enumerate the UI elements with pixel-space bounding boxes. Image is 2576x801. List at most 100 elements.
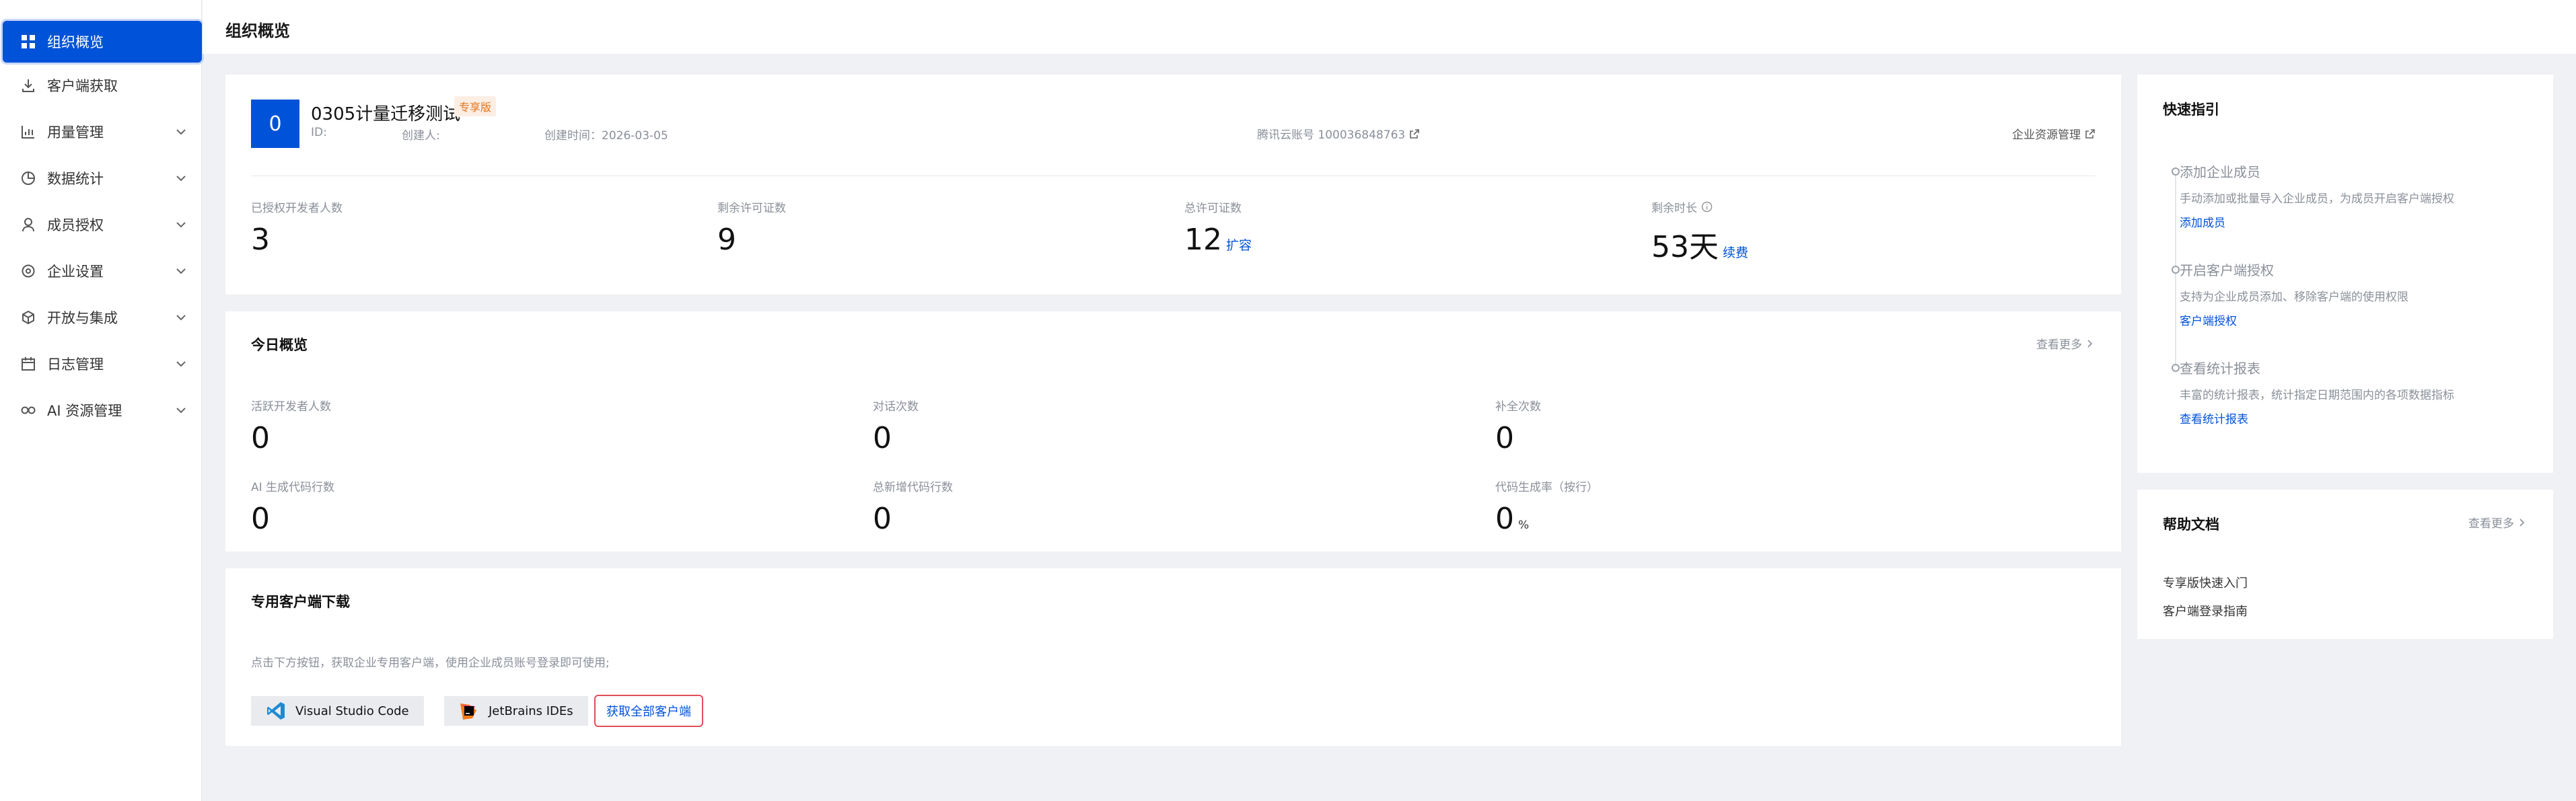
- enterprise-resource-link[interactable]: 企业资源管理: [2012, 125, 2096, 142]
- jetbrains-label: JetBrains IDEs: [489, 703, 573, 718]
- chevron-down-icon: [176, 222, 186, 228]
- sidebar-item-label: 成员授权: [47, 217, 104, 233]
- cloud-account: 腾讯云账号 100036848763: [1257, 128, 1406, 142]
- pie-chart-icon: [19, 169, 38, 188]
- more-label: 查看更多: [2468, 517, 2514, 531]
- org-info-card: 0 0305计量迁移测试 专享版 ID: 创建人: 创建时间：2026-03-0…: [225, 75, 2121, 295]
- expand-link[interactable]: 扩容: [1226, 235, 1252, 254]
- dashboard-icon: [19, 32, 38, 51]
- infinity-icon: [19, 401, 38, 420]
- stat-value-remaining-licenses: 9: [717, 223, 736, 257]
- sidebar-item-label: 用量管理: [47, 124, 104, 141]
- today-title: 今日概览: [251, 337, 308, 353]
- quick-guide-card: 快速指引 添加企业成员 手动添加或批量导入企业成员，为成员开启客户端授权 添加成…: [2137, 75, 2553, 473]
- page-title: 组织概览: [225, 22, 290, 40]
- vscode-download-button[interactable]: Visual Studio Code: [251, 696, 424, 726]
- enterprise-resource-label: 企业资源管理: [2012, 128, 2081, 142]
- chevron-down-icon: [176, 361, 186, 367]
- view-reports-link[interactable]: 查看统计报表: [2180, 410, 2248, 426]
- help-more-link[interactable]: 查看更多: [2468, 514, 2526, 531]
- sidebar-item-client-download[interactable]: 客户端获取: [3, 65, 202, 106]
- sidebar-item-log-management[interactable]: 日志管理: [3, 343, 202, 385]
- guide-step-title: 查看统计报表: [2180, 360, 2260, 377]
- org-id: ID:: [311, 126, 327, 139]
- stat-value-total-licenses: 12: [1184, 223, 1222, 257]
- bar-chart-icon: [19, 122, 38, 141]
- help-title: 帮助文档: [2163, 517, 2219, 533]
- chevron-down-icon: [176, 315, 186, 321]
- download-icon: [19, 76, 38, 95]
- sidebar-item-label: 开放与集成: [47, 310, 118, 326]
- guide-title: 快速指引: [2163, 102, 2219, 118]
- guide-step-desc: 支持为企业成员添加、移除客户端的使用权限: [2180, 291, 2408, 304]
- info-icon[interactable]: [1701, 201, 1713, 213]
- sidebar-item-label: 日志管理: [47, 356, 104, 373]
- stat-label: 总许可证数: [1184, 202, 1242, 215]
- sidebar-item-open-integration[interactable]: 开放与集成: [3, 297, 202, 338]
- chevron-down-icon: [176, 408, 186, 414]
- chevron-down-icon: [176, 176, 186, 182]
- stat-value-total-lines: 0: [873, 502, 892, 536]
- stat-label: 剩余时长: [1651, 202, 1697, 215]
- stat-value-active-devs: 0: [251, 421, 270, 455]
- org-avatar: 0: [251, 100, 299, 148]
- vscode-label: Visual Studio Code: [295, 703, 409, 718]
- help-link-quickstart[interactable]: 专享版快速入门: [2163, 574, 2248, 591]
- stat-value-completions: 0: [1495, 421, 1514, 455]
- sidebar-item-statistics[interactable]: 数据统计: [3, 157, 202, 199]
- sidebar-item-ai-resources[interactable]: AI 资源管理: [3, 389, 202, 431]
- stat-unit: %: [1518, 519, 1530, 532]
- vscode-icon: [266, 701, 286, 721]
- stat-label: 剩余许可证数: [717, 202, 786, 215]
- edition-badge: 专享版: [454, 96, 497, 116]
- add-member-link[interactable]: 添加成员: [2180, 213, 2225, 230]
- get-all-clients-link[interactable]: 获取全部客户端: [594, 695, 703, 727]
- sidebar-item-label: 组织概览: [47, 34, 104, 50]
- chevron-right-icon: [2087, 339, 2093, 348]
- user-icon: [19, 215, 38, 234]
- stat-label: 已授权开发者人数: [251, 202, 343, 215]
- stat-label: 活跃开发者人数: [251, 400, 331, 414]
- stat-label: 补全次数: [1495, 400, 1541, 414]
- guide-step-title-text: 添加企业成员: [2180, 164, 2260, 180]
- stat-value-conversations: 0: [873, 421, 892, 455]
- external-link-icon: [1410, 128, 1420, 139]
- guide-step-desc: 手动添加或批量导入企业成员，为成员开启客户端授权: [2180, 192, 2454, 206]
- org-name: 0305计量迁移测试: [311, 104, 461, 124]
- stat-label: 代码生成率（按行）: [1495, 481, 1598, 494]
- stat-label: 对话次数: [873, 400, 919, 414]
- chevron-right-icon: [2519, 518, 2525, 527]
- chevron-down-icon: [176, 129, 186, 135]
- sidebar: 组织概览 客户端获取 用量管理 数据统计 成员授权 企业设置 开放与集成 日志管…: [0, 0, 202, 801]
- help-link-login-guide[interactable]: 客户端登录指南: [2163, 602, 2248, 619]
- chevron-down-icon: [176, 268, 186, 274]
- jetbrains-icon: [459, 701, 479, 721]
- stat-label: AI 生成代码行数: [251, 481, 335, 494]
- calendar-icon: [19, 354, 38, 373]
- sidebar-item-enterprise-settings[interactable]: 企业设置: [3, 250, 202, 292]
- guide-step-title: 开启客户端授权: [2180, 262, 2274, 278]
- stat-total-licenses: 12 扩容: [1184, 223, 1252, 257]
- today-more-link[interactable]: 查看更多: [2036, 335, 2094, 352]
- download-title: 专用客户端下载: [251, 594, 350, 610]
- org-created-time: 创建时间：2026-03-05: [544, 129, 668, 143]
- timeline-dot: [2172, 364, 2180, 372]
- sidebar-item-label: 数据统计: [47, 171, 104, 187]
- stat-generation-rate: 0 %: [1495, 502, 1529, 536]
- jetbrains-download-button[interactable]: JetBrains IDEs: [444, 696, 588, 726]
- more-label: 查看更多: [2036, 338, 2082, 352]
- stat-value-authorized-devs: 3: [251, 223, 270, 257]
- client-auth-link[interactable]: 客户端授权: [2180, 311, 2237, 328]
- timeline-dot: [2172, 167, 2180, 176]
- cloud-account-link[interactable]: 腾讯云账号 100036848763: [1257, 125, 1420, 142]
- stat-remaining-time-header: 剩余时长: [1651, 198, 1713, 215]
- timeline-dot: [2172, 266, 2180, 274]
- sidebar-item-org-overview[interactable]: 组织概览: [3, 21, 202, 63]
- org-creator: 创建人:: [402, 129, 440, 143]
- sidebar-item-usage[interactable]: 用量管理: [3, 111, 202, 153]
- stat-value-ai-lines: 0: [251, 502, 270, 536]
- renew-link[interactable]: 续费: [1723, 243, 1748, 261]
- sidebar-item-member-auth[interactable]: 成员授权: [3, 204, 202, 245]
- stat-label: 总新增代码行数: [873, 481, 953, 494]
- sidebar-item-label: 客户端获取: [47, 78, 118, 94]
